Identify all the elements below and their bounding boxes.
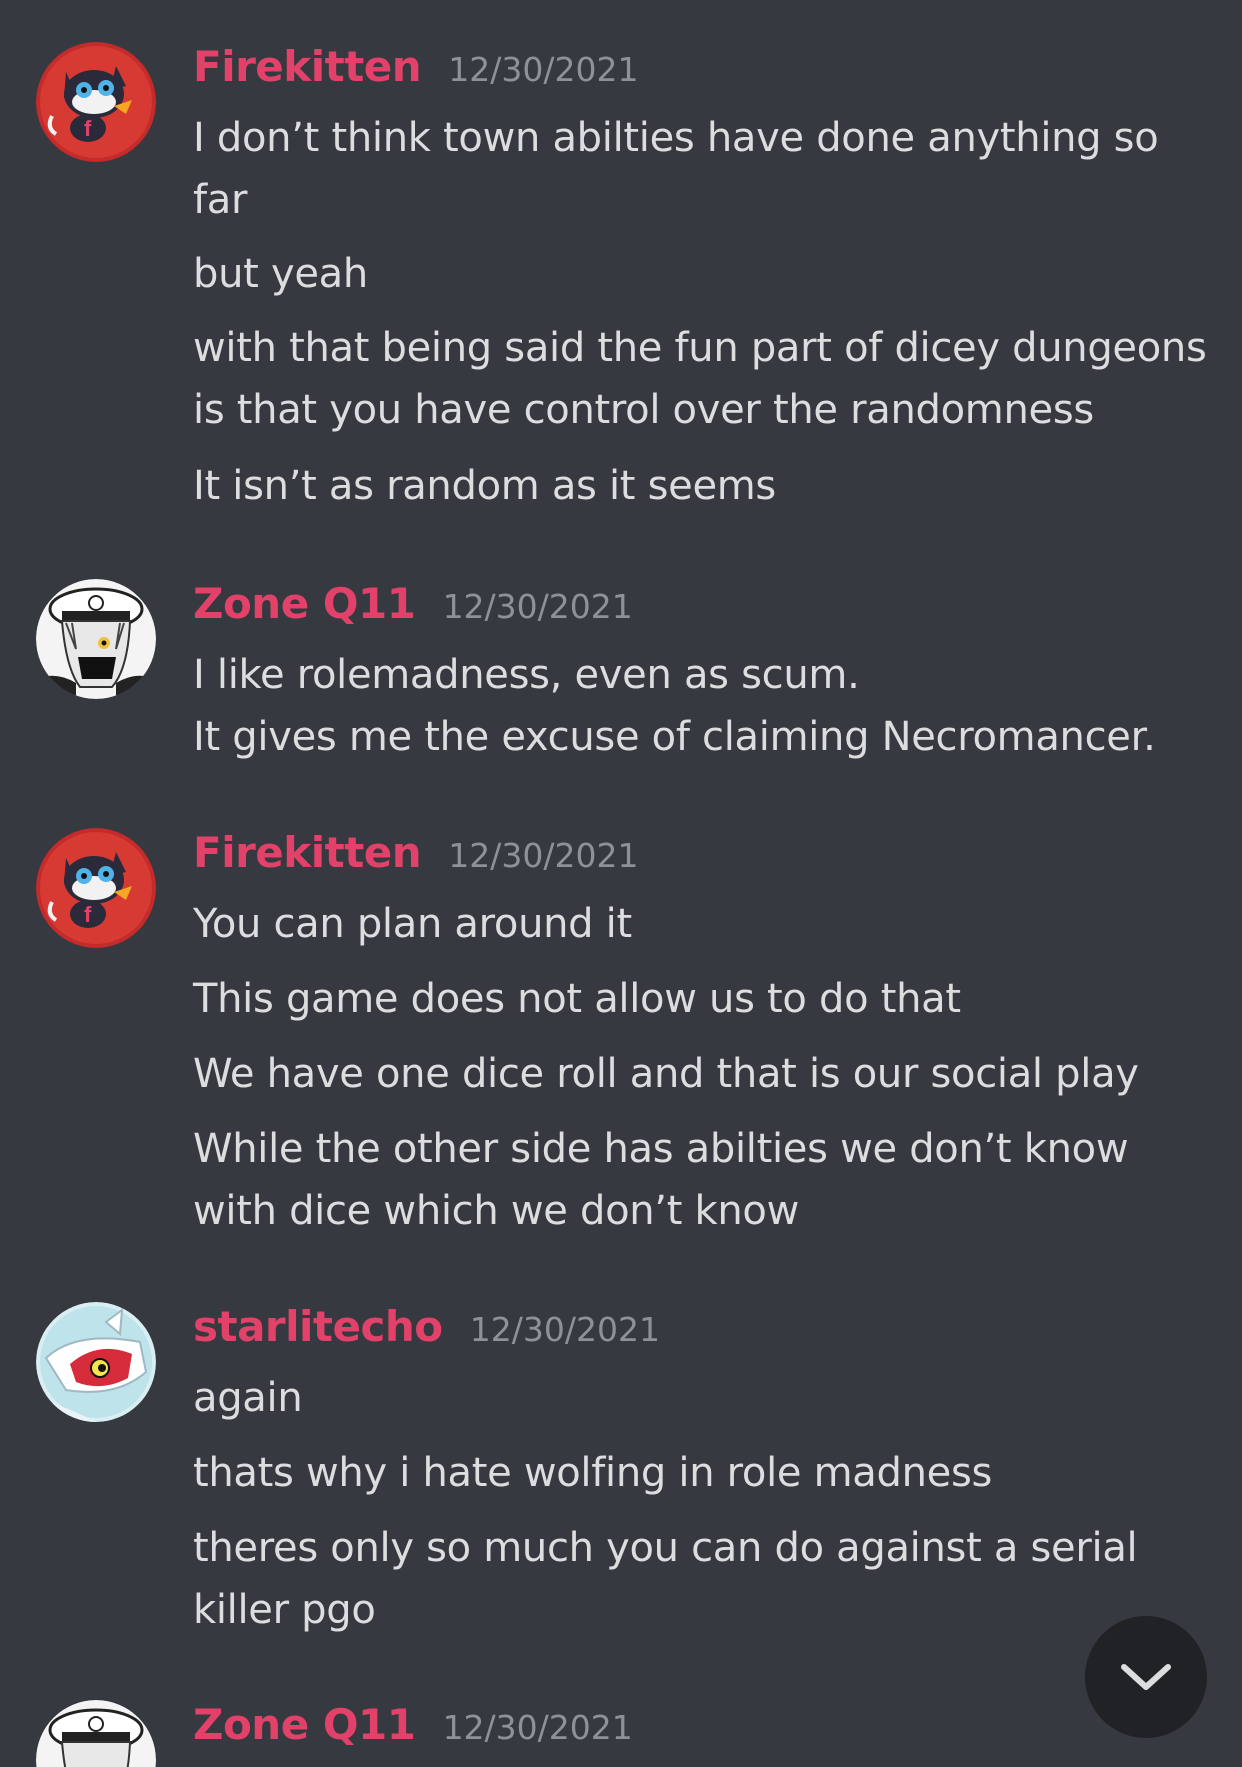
avatar[interactable]: f bbox=[36, 828, 156, 948]
message-text[interactable]: is that you have control over the random… bbox=[193, 379, 1213, 441]
message-text[interactable]: While the other side has abilties we don… bbox=[193, 1118, 1213, 1180]
username[interactable]: Firekitten bbox=[193, 42, 422, 91]
message-text[interactable]: You can plan around it bbox=[193, 893, 1213, 955]
message-text[interactable]: I don’t think town abilties have done an… bbox=[193, 107, 1213, 169]
message-text[interactable]: It gives me the excuse of claiming Necro… bbox=[193, 706, 1213, 768]
username[interactable]: Firekitten bbox=[193, 828, 422, 877]
timestamp: 12/30/2021 bbox=[442, 1708, 633, 1747]
message-text[interactable]: again bbox=[193, 1367, 1213, 1429]
svg-text:f: f bbox=[84, 116, 92, 141]
svg-text:f: f bbox=[84, 902, 92, 927]
chat-messages[interactable]: f Firekitten 12/30/2021 I don’t think to… bbox=[0, 0, 1242, 1767]
message-text[interactable]: with that being said the fun part of dic… bbox=[193, 317, 1213, 379]
timestamp: 12/30/2021 bbox=[442, 587, 633, 626]
avatar[interactable] bbox=[36, 579, 156, 699]
message-text[interactable]: This game does not allow us to do that bbox=[193, 968, 1213, 1030]
jump-to-latest-button[interactable] bbox=[1085, 1616, 1207, 1738]
message-text[interactable]: far bbox=[193, 169, 1213, 231]
message-header: Firekitten 12/30/2021 bbox=[193, 828, 638, 877]
timestamp: 12/30/2021 bbox=[469, 1310, 660, 1349]
avatar[interactable]: f bbox=[36, 42, 156, 162]
message-header: starlitecho 12/30/2021 bbox=[193, 1302, 660, 1351]
message-text[interactable]: killer pgo bbox=[193, 1579, 1213, 1641]
message-text[interactable]: theres only so much you can do against a… bbox=[193, 1517, 1213, 1579]
message-header: Zone Q11 12/30/2021 bbox=[193, 1700, 633, 1749]
cat-mascot-avatar-icon: f bbox=[36, 828, 156, 948]
username[interactable]: Zone Q11 bbox=[193, 1700, 416, 1749]
timestamp: 12/30/2021 bbox=[448, 50, 639, 89]
avatar[interactable] bbox=[36, 1700, 156, 1767]
avatar[interactable] bbox=[36, 1302, 156, 1422]
chevron-down-icon bbox=[1121, 1664, 1171, 1690]
message-text[interactable]: I like rolemadness, even as scum. bbox=[193, 644, 1213, 706]
message-text[interactable]: but yeah bbox=[193, 243, 1213, 305]
message-text[interactable]: It isn’t as random as it seems bbox=[193, 455, 1213, 517]
message-header: Zone Q11 12/30/2021 bbox=[193, 579, 633, 628]
anime-officer-avatar-icon bbox=[36, 579, 156, 699]
latias-avatar-icon bbox=[36, 1302, 156, 1422]
message-header: Firekitten 12/30/2021 bbox=[193, 42, 638, 91]
message-text[interactable]: with dice which we don’t know bbox=[193, 1180, 1213, 1242]
anime-officer-avatar-icon bbox=[36, 1700, 156, 1767]
username[interactable]: starlitecho bbox=[193, 1302, 443, 1351]
message-text[interactable]: We have one dice roll and that is our so… bbox=[193, 1043, 1213, 1105]
cat-mascot-avatar-icon: f bbox=[36, 42, 156, 162]
username[interactable]: Zone Q11 bbox=[193, 579, 416, 628]
timestamp: 12/30/2021 bbox=[448, 836, 639, 875]
message-text[interactable]: thats why i hate wolfing in role madness bbox=[193, 1442, 1213, 1504]
